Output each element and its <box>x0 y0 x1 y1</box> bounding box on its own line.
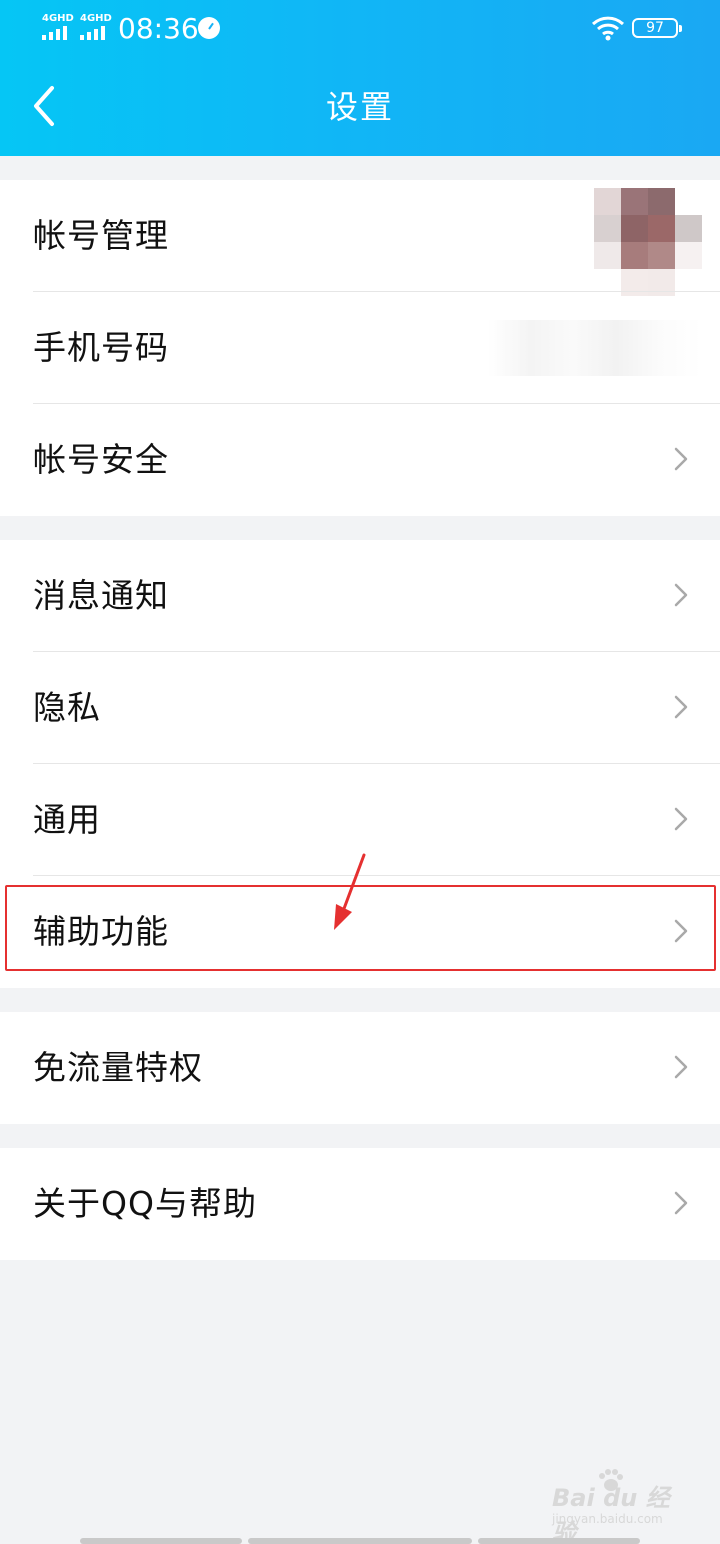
settings-group-data-plan: 免流量特权 <box>0 1012 720 1124</box>
settings-item-label: 通用 <box>33 800 101 839</box>
settings-item-label: 手机号码 <box>33 328 169 367</box>
chevron-right-icon <box>674 583 688 607</box>
settings-group-about: 关于QQ与帮助 <box>0 1148 720 1260</box>
baidu-watermark: Bai du 经验 jingyan.baidu.com <box>552 1468 692 1544</box>
chevron-right-icon <box>674 695 688 719</box>
settings-item-label: 辅助功能 <box>33 912 169 951</box>
watermark-url: jingyan.baidu.com <box>552 1512 663 1526</box>
battery-level: 97 <box>646 20 664 36</box>
status-time: 08:36 <box>118 12 199 45</box>
settings-item-label: 消息通知 <box>33 576 169 615</box>
network-type-label: 4GHD <box>80 13 112 24</box>
pointer-arrow-icon <box>334 853 366 930</box>
nav-gesture-bar[interactable] <box>478 1538 640 1544</box>
nav-gesture-bar[interactable] <box>248 1538 472 1544</box>
status-bar: 4GHD 4GHD 08:36 97 <box>0 0 720 58</box>
chevron-right-icon <box>674 807 688 831</box>
settings-item-account-management[interactable]: 帐号管理 <box>0 180 720 296</box>
avatar <box>594 188 702 296</box>
chevron-right-icon <box>674 919 688 943</box>
watermark-brand: Bai du 经验 <box>552 1484 670 1544</box>
nav-gesture-bar[interactable] <box>80 1538 242 1544</box>
signal-icon: 4GHD <box>78 14 114 40</box>
speed-icon <box>198 17 220 39</box>
settings-item-free-data[interactable]: 免流量特权 <box>0 1012 720 1124</box>
app-header: 4GHD 4GHD 08:36 97 设置 <box>0 0 720 156</box>
settings-item-label: 隐私 <box>33 688 101 727</box>
settings-item-about-help[interactable]: 关于QQ与帮助 <box>0 1148 720 1260</box>
signal-icon: 4GHD <box>40 14 76 40</box>
wifi-icon <box>591 16 625 41</box>
settings-item-privacy[interactable]: 隐私 <box>0 652 720 764</box>
network-type-label: 4GHD <box>42 13 74 24</box>
battery-icon: 97 <box>632 18 682 38</box>
settings-item-label: 免流量特权 <box>33 1048 203 1087</box>
settings-item-label: 帐号管理 <box>33 216 169 255</box>
settings-item-phone-number[interactable]: 手机号码 <box>0 292 720 404</box>
page-title: 设置 <box>325 88 394 126</box>
chevron-right-icon <box>674 447 688 471</box>
chevron-right-icon <box>674 1055 688 1079</box>
masked-phone-value <box>488 320 702 376</box>
settings-item-label: 帐号安全 <box>33 440 169 479</box>
settings-item-notifications[interactable]: 消息通知 <box>0 540 720 652</box>
chevron-right-icon <box>674 1191 688 1215</box>
settings-item-label: 关于QQ与帮助 <box>33 1184 257 1223</box>
settings-item-account-security[interactable]: 帐号安全 <box>0 404 720 516</box>
settings-group-account: 帐号管理 手机号码 帐号安全 <box>0 180 720 516</box>
